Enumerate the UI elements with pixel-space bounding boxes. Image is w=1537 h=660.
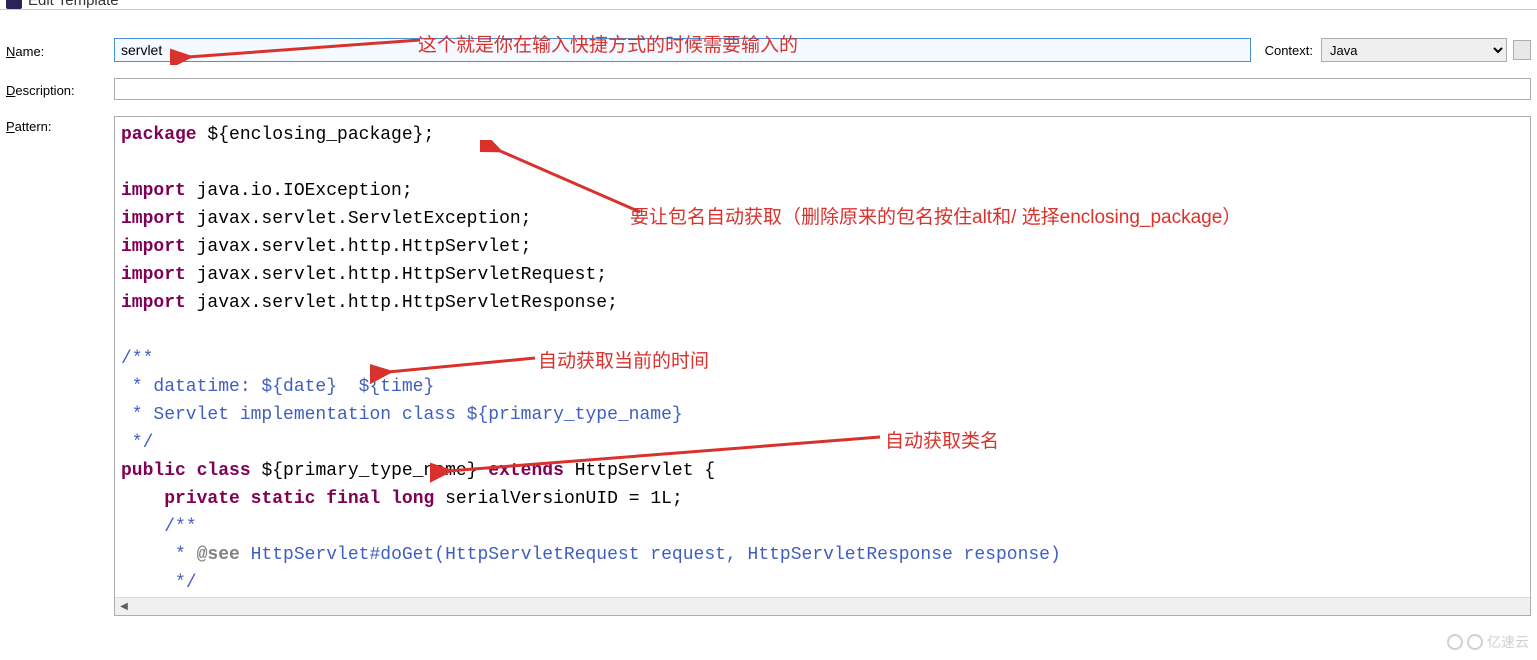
pattern-textarea[interactable]: package ${enclosing_package}; import jav…: [114, 116, 1531, 616]
watermark: 亿速云: [1447, 632, 1529, 652]
watermark-icon: [1467, 634, 1483, 650]
watermark-icon: [1447, 634, 1463, 650]
horizontal-scrollbar[interactable]: ◀: [115, 597, 1530, 615]
name-input[interactable]: [114, 38, 1251, 62]
description-label: Description:: [6, 80, 114, 98]
context-label: Context:: [1265, 43, 1313, 58]
pattern-row: Pattern: package ${enclosing_package}; i…: [6, 116, 1531, 616]
watermark-text: 亿速云: [1487, 632, 1529, 652]
name-label: Name:: [6, 41, 114, 59]
pattern-label: Pattern:: [6, 116, 114, 134]
context-browse-button[interactable]: [1513, 40, 1531, 60]
name-row: Name: Context: Java: [6, 38, 1531, 62]
window-titlebar: Edit Template: [0, 0, 1537, 10]
description-row: Description:: [6, 78, 1531, 100]
eclipse-icon: [6, 0, 22, 9]
description-input[interactable]: [114, 78, 1531, 100]
pattern-code[interactable]: package ${enclosing_package}; import jav…: [115, 117, 1530, 597]
window-title: Edit Template: [28, 0, 119, 9]
context-select[interactable]: Java: [1321, 38, 1507, 62]
scroll-left-icon[interactable]: ◀: [115, 599, 133, 615]
